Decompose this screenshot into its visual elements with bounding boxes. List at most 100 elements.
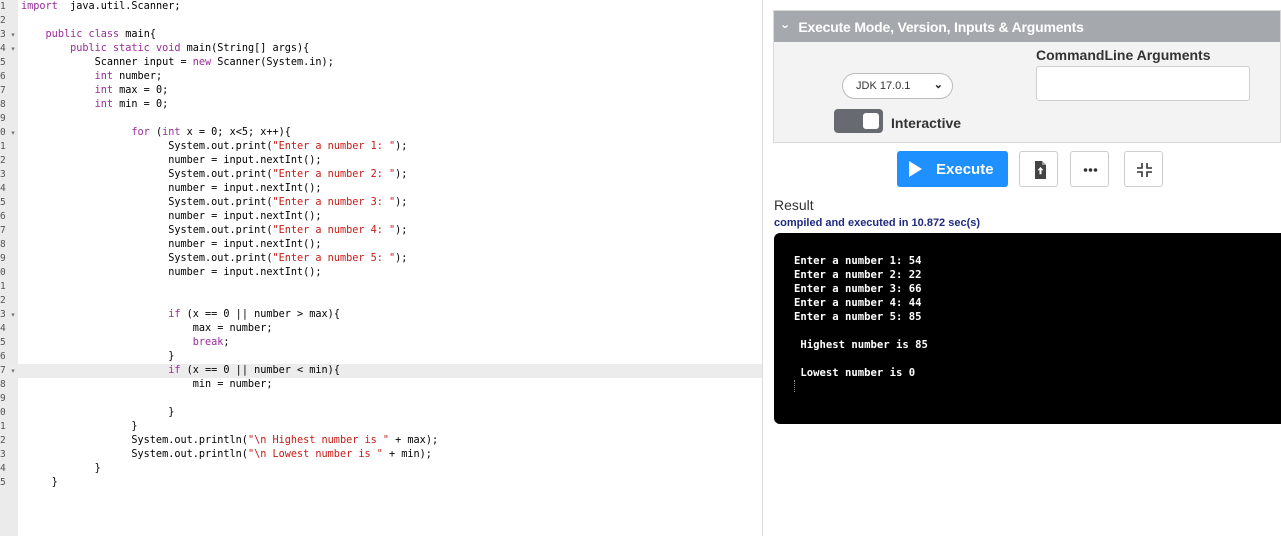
code-line[interactable]: 1 import java.util.Scanner; <box>0 0 762 14</box>
code-token: ); <box>395 197 408 208</box>
code-line[interactable]: 5 } <box>0 476 762 490</box>
code-line[interactable]: 0 number = input.nextInt(); <box>0 266 762 280</box>
code-line[interactable]: 7 System.out.print("Enter a number 4: ")… <box>0 224 762 238</box>
code-line[interactable]: 5 System.out.print("Enter a number 3: ")… <box>0 196 762 210</box>
code-line[interactable]: 7 int max = 0; <box>0 84 762 98</box>
output-console[interactable]: Enter a number 1: 54 Enter a number 2: 22… <box>774 233 1281 424</box>
code-line[interactable]: 5 Scanner input = new Scanner(System.in)… <box>0 56 762 70</box>
code-line[interactable]: 2 number = input.nextInt(); <box>0 154 762 168</box>
code-line[interactable]: 8 number = input.nextInt(); <box>0 238 762 252</box>
line-number: 2 <box>0 295 6 306</box>
code-line[interactable]: 1 <box>0 280 762 294</box>
code-token: number = input.nextInt(); <box>21 211 322 222</box>
fold-arrow-icon[interactable]: ▾ <box>8 126 18 140</box>
jdk-version-select[interactable]: JDK 17.0.1 ⌄ <box>842 73 953 99</box>
output-line: Enter a number 5: 85 <box>794 311 922 323</box>
code-string: "Enter a number 4: " <box>272 225 396 236</box>
line-number: 9 <box>0 253 6 264</box>
compress-icon <box>1137 163 1152 177</box>
code-line[interactable]: 4 } <box>0 462 762 476</box>
code-text: int min = 0; <box>21 98 169 112</box>
code-text: int number; <box>21 70 162 84</box>
code-line[interactable]: 4 max = number; <box>0 322 762 336</box>
code-keyword: public class <box>45 29 120 40</box>
code-line[interactable]: 3 System.out.println("\n Lowest number i… <box>0 448 762 462</box>
code-text: } <box>21 476 58 490</box>
code-token: main(String[] args){ <box>180 43 310 54</box>
code-line[interactable]: 3 ▾ public class main{ <box>0 28 762 42</box>
code-line[interactable]: 7 ▾ if (x == 0 || number < min){ <box>0 364 762 378</box>
code-text: System.out.println("\n Lowest number is … <box>21 448 432 462</box>
code-line[interactable]: 0 ▾ for (int x = 0; x<5; x++){ <box>0 126 762 140</box>
code-line[interactable]: 8 min = number; <box>0 378 762 392</box>
code-line[interactable]: 5 break; <box>0 336 762 350</box>
code-string: "\n Highest number is " <box>247 435 390 446</box>
code-line[interactable]: 3 System.out.print("Enter a number 2: ")… <box>0 168 762 182</box>
code-token: Scanner input = <box>21 57 193 68</box>
code-line[interactable]: 6 number = input.nextInt(); <box>0 210 762 224</box>
execute-options-panel: › Execute Mode, Version, Inputs & Argume… <box>773 10 1281 143</box>
code-line[interactable]: 2 <box>0 14 762 28</box>
code-line[interactable]: 0 } <box>0 406 762 420</box>
code-line[interactable]: 9 <box>0 112 762 126</box>
code-line[interactable]: 9 System.out.print("Enter a number 5: ")… <box>0 252 762 266</box>
more-options-button[interactable] <box>1070 151 1109 187</box>
code-token: (x == 0 || number > max){ <box>180 309 340 320</box>
code-text: } <box>21 350 174 364</box>
code-text: } <box>21 406 174 420</box>
line-number: 6 <box>0 71 6 82</box>
command-line-arguments-input[interactable] <box>1036 66 1250 101</box>
code-text: if (x == 0 || number > max){ <box>21 308 340 322</box>
code-token: System.out.print( <box>21 141 273 152</box>
line-number: 5 <box>0 477 6 488</box>
code-editor[interactable]: 1 import java.util.Scanner; 2 3 ▾ public cla… <box>0 0 763 536</box>
code-token: ; <box>223 337 230 348</box>
code-token: System.out.print( <box>21 253 273 264</box>
code-keyword: if <box>168 365 181 376</box>
code-keyword: for <box>131 127 150 138</box>
code-token: System.out.print( <box>21 169 273 180</box>
jdk-version-value: JDK 17.0.1 <box>856 80 911 92</box>
code-token: number = input.nextInt(); <box>21 183 322 194</box>
code-text: Scanner input = new Scanner(System.in); <box>21 56 334 70</box>
code-line[interactable]: 1 } <box>0 420 762 434</box>
code-text: if (x == 0 || number < min){ <box>21 364 340 378</box>
code-text: import java.util.Scanner; <box>21 0 180 14</box>
code-keyword: int <box>94 85 114 96</box>
execute-options-header[interactable]: › Execute Mode, Version, Inputs & Argume… <box>774 11 1280 42</box>
interactive-toggle[interactable] <box>834 109 883 133</box>
code-text: int max = 0; <box>21 84 169 98</box>
code-token: number; <box>113 71 163 82</box>
code-line[interactable]: 4 number = input.nextInt(); <box>0 182 762 196</box>
fold-arrow-icon[interactable]: ▾ <box>8 28 18 42</box>
line-number: 2 <box>0 15 6 26</box>
code-text: System.out.print("Enter a number 5: "); <box>21 252 407 266</box>
code-token: (x == 0 || number < min){ <box>180 365 340 376</box>
fold-arrow-icon[interactable]: ▾ <box>8 364 18 378</box>
save-file-button[interactable] <box>1019 151 1058 187</box>
fold-arrow-icon[interactable]: ▾ <box>8 308 18 322</box>
line-number: 6 <box>0 211 6 222</box>
output-line: Highest number is 85 <box>794 339 928 351</box>
execute-button[interactable]: Execute <box>897 151 1008 187</box>
collapse-button[interactable] <box>1124 151 1163 187</box>
code-line[interactable]: 8 int min = 0; <box>0 98 762 112</box>
line-number: 5 <box>0 337 6 348</box>
code-line[interactable]: 4 ▾ public static void main(String[] args… <box>0 42 762 56</box>
code-line[interactable]: 6 int number; <box>0 70 762 84</box>
code-token: number = input.nextInt(); <box>21 155 322 166</box>
code-line[interactable]: 6 } <box>0 350 762 364</box>
code-token: System.out.print( <box>21 197 273 208</box>
chevron-down-icon: ⌄ <box>933 79 943 91</box>
code-line[interactable]: 3 ▾ if (x == 0 || number > max){ <box>0 308 762 322</box>
code-line[interactable]: 2 <box>0 294 762 308</box>
code-keyword: int <box>94 71 114 82</box>
code-token: main{ <box>119 29 156 40</box>
line-number: 9 <box>0 393 6 404</box>
code-line[interactable]: 1 System.out.print("Enter a number 1: ")… <box>0 140 762 154</box>
fold-arrow-icon[interactable]: ▾ <box>8 42 18 56</box>
code-line[interactable]: 9 <box>0 392 762 406</box>
code-line[interactable]: 2 System.out.println("\n Highest number … <box>0 434 762 448</box>
